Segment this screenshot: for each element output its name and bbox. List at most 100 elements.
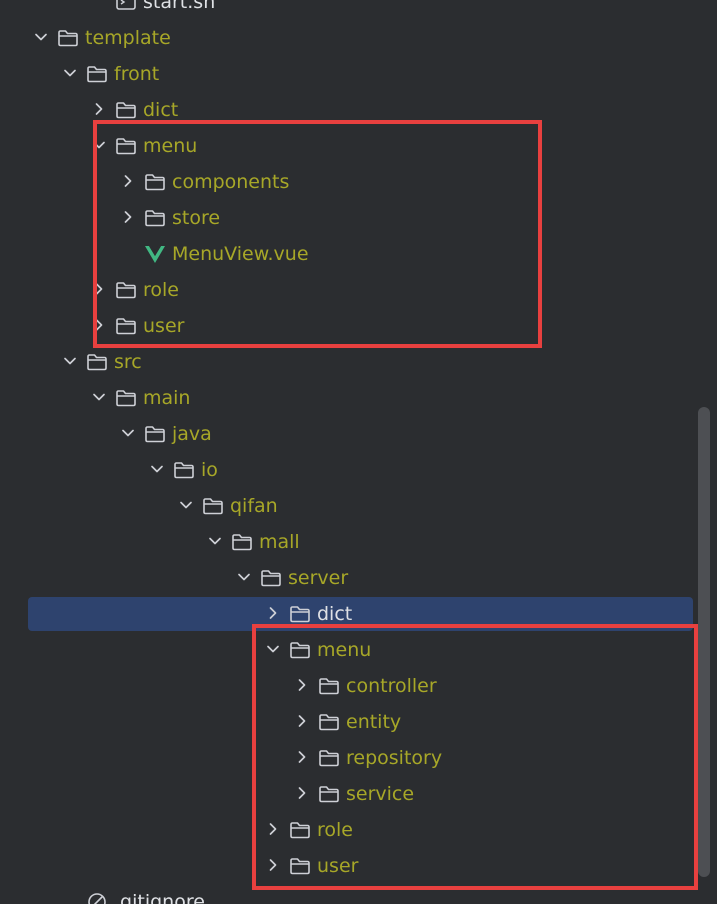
chevron-right-icon[interactable] [90,280,108,298]
tree-item-label: user [143,315,185,337]
tree-item-label: menu [143,135,198,157]
folder-icon [115,136,137,156]
chevron-down-icon[interactable] [61,352,79,370]
tree-item-label: store [172,207,221,229]
folder-icon [144,208,166,228]
tree-row-server[interactable]: server [0,560,717,596]
folder-icon [115,316,137,336]
tree-item-label: main [143,387,191,409]
folder-icon [57,28,79,48]
tree-row-user[interactable]: user [0,308,717,344]
tree-item-label: qifan [230,495,278,517]
tree-item-label: components [172,171,290,193]
tree-item-label: user [317,855,359,877]
tree-item-label: role [143,279,179,301]
chevron-right-icon[interactable] [90,100,108,118]
project-tree[interactable]: start.sh template front dict menu components s… [0,0,717,904]
tree-item-label: front [114,63,160,85]
chevron-down-icon[interactable] [235,568,253,586]
tree-row-start-sh[interactable]: start.sh [0,0,717,20]
tree-item-label: io [201,459,218,481]
tree-item-label: menu [317,639,372,661]
tree-row-template[interactable]: template [0,20,717,56]
folder-icon [115,280,137,300]
tree-row-mall[interactable]: mall [0,524,717,560]
gitignore-file-icon [86,892,108,904]
tree-row-menuview-vue[interactable]: MenuView.vue [0,236,717,272]
chevron-right-icon[interactable] [119,208,137,226]
tree-item-label: dict [143,99,179,121]
tree-item-label: service [346,783,415,805]
chevron-right-icon[interactable] [90,316,108,334]
tree-row-role[interactable]: role [0,272,717,308]
chevron-right-icon[interactable] [264,604,282,622]
chevron-right-icon[interactable] [293,676,311,694]
tree-row-repository[interactable]: repository [0,740,717,776]
tree-row-java[interactable]: java [0,416,717,452]
chevron-down-icon[interactable] [32,28,50,46]
folder-icon [260,568,282,588]
tree-item-label: server [288,567,349,589]
tree-item-label: java [172,423,212,445]
folder-icon [318,676,340,696]
tree-item-label: template [85,27,171,49]
tree-row-service[interactable]: service [0,776,717,812]
chevron-down-icon[interactable] [264,640,282,658]
tree-row-dict[interactable]: dict [0,92,717,128]
tree-item-label: mall [259,531,300,553]
chevron-right-icon[interactable] [119,172,137,190]
chevron-right-icon[interactable] [293,712,311,730]
chevron-down-icon[interactable] [119,424,137,442]
folder-icon [144,424,166,444]
tree-row-store[interactable]: store [0,200,717,236]
folder-icon [173,460,195,480]
folder-icon [318,748,340,768]
folder-icon [289,604,311,624]
folder-icon [289,820,311,840]
terminal-file-icon [115,0,137,12]
tree-row-controller[interactable]: controller [0,668,717,704]
tree-row-io[interactable]: io [0,452,717,488]
chevron-down-icon[interactable] [90,136,108,154]
folder-icon [318,712,340,732]
tree-item-label: entity [346,711,402,733]
tree-row-front[interactable]: front [0,56,717,92]
folder-icon [86,352,108,372]
tree-row-src[interactable]: src [0,344,717,380]
tree-row-components[interactable]: components [0,164,717,200]
folder-icon [144,172,166,192]
tree-item-label: .gitignore [114,891,205,904]
tree-item-label: start.sh [143,0,216,13]
tree-item-label: MenuView.vue [172,243,309,265]
folder-icon [115,388,137,408]
tree-row-user[interactable]: user [0,848,717,884]
tree-row-main[interactable]: main [0,380,717,416]
chevron-down-icon[interactable] [61,64,79,82]
tree-row-role[interactable]: role [0,812,717,848]
tree-row--gitignore[interactable]: .gitignore [0,884,717,904]
vertical-scrollbar[interactable] [698,407,710,877]
tree-item-label: repository [346,747,443,769]
tree-row-entity[interactable]: entity [0,704,717,740]
folder-icon [231,532,253,552]
vue-file-icon [144,244,166,264]
chevron-right-icon[interactable] [293,784,311,802]
chevron-right-icon[interactable] [293,748,311,766]
folder-icon [202,496,224,516]
folder-icon [318,784,340,804]
tree-row-menu[interactable]: menu [0,128,717,164]
folder-icon [289,640,311,660]
chevron-down-icon[interactable] [90,388,108,406]
tree-row-dict[interactable]: dict [0,596,717,632]
tree-row-menu[interactable]: menu [0,632,717,668]
chevron-down-icon[interactable] [206,532,224,550]
folder-icon [289,856,311,876]
chevron-right-icon[interactable] [264,856,282,874]
chevron-down-icon[interactable] [148,460,166,478]
chevron-down-icon[interactable] [177,496,195,514]
folder-icon [86,64,108,84]
folder-icon [115,100,137,120]
chevron-right-icon[interactable] [264,820,282,838]
tree-row-qifan[interactable]: qifan [0,488,717,524]
tree-item-label: role [317,819,353,841]
